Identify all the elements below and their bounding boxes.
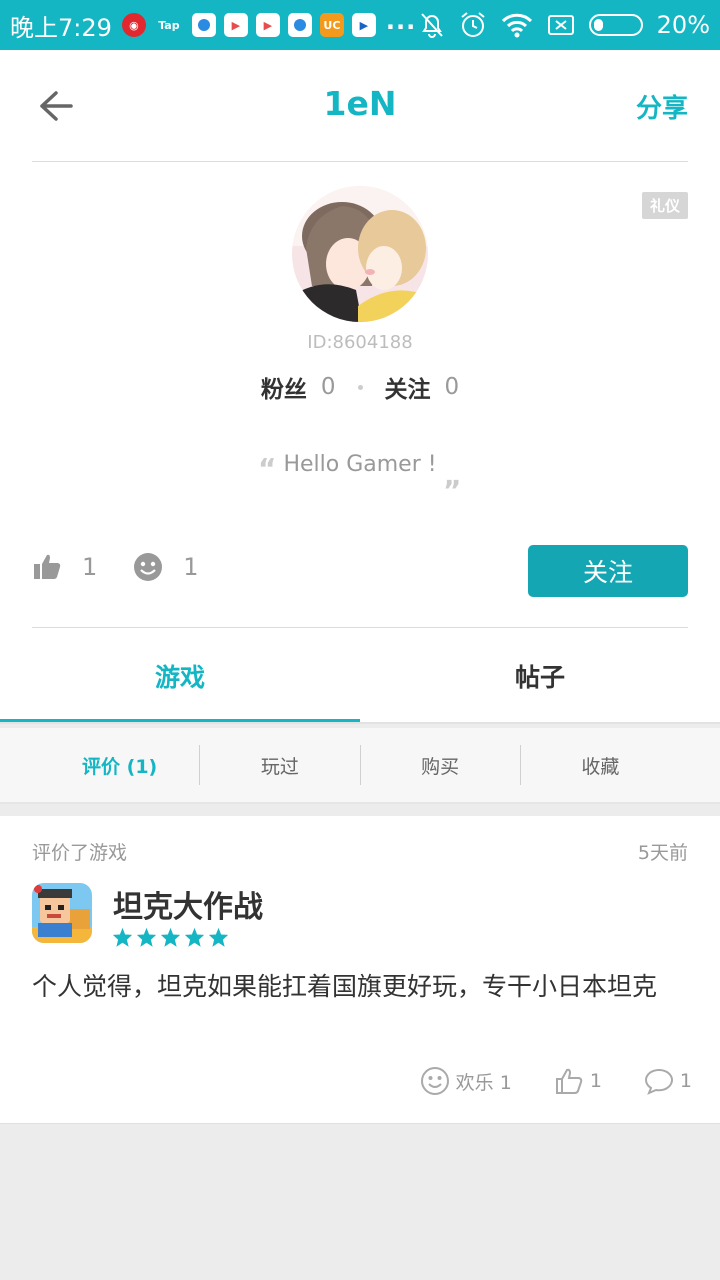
- bio: “ Hello Gamer ! „: [0, 452, 720, 492]
- smiley-outline-icon: [420, 1067, 449, 1095]
- status-time: 晚上7:29: [10, 13, 112, 42]
- sub-tabs: 评价 (1) 玩过 购买 收藏: [0, 728, 720, 804]
- subtab-reviews[interactable]: 评价 (1): [40, 728, 199, 802]
- app-icon: [287, 13, 312, 37]
- tab-games[interactable]: 游戏: [0, 628, 360, 724]
- review-label: 评价了游戏: [32, 842, 128, 864]
- review-text: 个人觉得，坦克如果能扛着国旗更好玩，专干小日本坦克: [32, 972, 658, 1001]
- user-id: ID:8604188: [307, 332, 413, 353]
- fans-count[interactable]: 0: [321, 374, 336, 400]
- alarm-icon: [461, 12, 485, 37]
- profile-actions: 1 1: [32, 552, 235, 582]
- subtab-played[interactable]: 玩过: [200, 728, 359, 802]
- fun-stat[interactable]: 1: [133, 552, 199, 582]
- subtab-favorites[interactable]: 收藏: [521, 728, 680, 802]
- thumbs-up-icon: [34, 554, 61, 579]
- open-quote-icon: “: [258, 452, 277, 485]
- notification-icons: ◉ Tap ▶ ▶ UC ▶ ...: [121, 7, 416, 37]
- battery-percent: 20%: [656, 11, 710, 39]
- review-card[interactable]: 评价了游戏 5天前 坦克大作战 个人觉得，坦克如果能扛着国旗更好玩，专干小日本坦…: [0, 816, 720, 1124]
- app-header: 1eN 分享: [0, 50, 720, 162]
- bell-off-icon: [420, 13, 443, 38]
- like-count: 1: [589, 1070, 602, 1092]
- tabs-border: [0, 722, 720, 724]
- wifi-icon: [501, 13, 532, 38]
- app-icon: [191, 13, 216, 37]
- battery-icon: [588, 14, 643, 36]
- review-time: 5天前: [637, 842, 688, 864]
- smiley-icon: [134, 553, 163, 581]
- comment-count: 1: [679, 1070, 692, 1092]
- play-store-icon: ▶: [223, 13, 248, 37]
- following-count[interactable]: 0: [445, 374, 460, 400]
- netease-music-icon: ◉: [121, 13, 146, 37]
- star-icon: [208, 927, 229, 947]
- main-tabs: 游戏 帖子: [0, 628, 720, 724]
- comment-button[interactable]: 1: [644, 1067, 692, 1095]
- no-sim-icon: [547, 15, 574, 35]
- star-icon: [160, 927, 181, 947]
- follow-stats: 粉丝 0 关注 0: [0, 370, 720, 404]
- tab-posts[interactable]: 帖子: [360, 628, 720, 724]
- more-notifications-icon: ...: [385, 7, 417, 35]
- fun-count: 1: [183, 553, 199, 581]
- thumbs-up-outline-icon: [555, 1068, 583, 1094]
- following-label[interactable]: 关注: [385, 370, 431, 404]
- star-icon: [184, 927, 205, 947]
- like-button[interactable]: 1: [554, 1066, 602, 1096]
- play-store-icon: ▶: [255, 13, 280, 37]
- close-quote-icon: „: [443, 459, 462, 492]
- tap-icon: Tap: [158, 18, 180, 32]
- star-icon: [136, 927, 157, 947]
- fun-button[interactable]: 欢乐 1: [420, 1066, 512, 1096]
- star-icon: [112, 927, 133, 947]
- comment-icon: [644, 1068, 673, 1095]
- share-button[interactable]: 分享: [636, 88, 688, 125]
- subtab-purchased[interactable]: 购买: [361, 728, 520, 802]
- likes-stat[interactable]: 1: [32, 553, 97, 581]
- video-app-icon: ▶: [351, 13, 376, 37]
- game-icon[interactable]: [32, 883, 92, 943]
- review-actions: 欢乐 1 1 1: [378, 1066, 692, 1096]
- fun-label: 欢乐 1: [455, 1071, 512, 1094]
- stats-separator: [357, 384, 363, 390]
- follow-button[interactable]: 关注: [528, 545, 688, 597]
- rating-stars: [112, 927, 229, 948]
- etiquette-badge[interactable]: 礼仪: [641, 192, 688, 219]
- fans-label[interactable]: 粉丝: [261, 370, 307, 404]
- uc-browser-icon: UC: [319, 13, 344, 37]
- game-name[interactable]: 坦克大作战: [113, 882, 263, 926]
- avatar[interactable]: [292, 186, 428, 322]
- page-title: 1eN: [323, 84, 397, 123]
- status-bar: 晚上7:29 ◉ Tap ▶ ▶ UC ▶ ... 20%: [0, 0, 720, 50]
- bio-text: Hello Gamer !: [283, 452, 437, 477]
- likes-count: 1: [82, 553, 98, 581]
